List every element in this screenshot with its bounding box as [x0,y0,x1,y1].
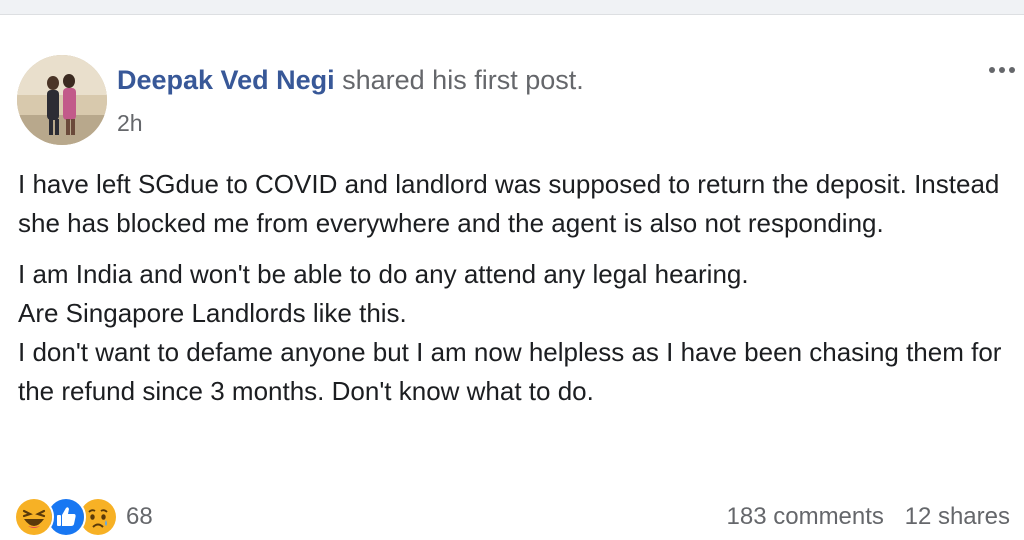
reaction-summary[interactable]: 68 [14,495,153,539]
post-body: I have left SGdue to COVID and landlord … [18,165,1018,423]
more-options-icon[interactable] [982,55,1022,85]
haha-icon [14,497,54,537]
post-action: shared his first post. [342,65,584,95]
post-line: Are Singapore Landlords like this. [18,298,407,328]
author-name[interactable]: Deepak Ved Negi [117,65,335,95]
post-line: I don't want to defame anyone but I am n… [18,337,1002,406]
post-line: I am India and won't be able to do any a… [18,259,749,289]
post-timestamp[interactable]: 2h [117,109,143,137]
reaction-count: 68 [126,503,153,530]
shares-link[interactable]: 12 shares [905,503,1010,530]
post-card: Deepak Ved Negi shared his first post. 2… [0,14,1024,537]
post-paragraph: I have left SGdue to COVID and landlord … [18,169,1000,238]
post-paragraph: I am India and won't be able to do any a… [18,255,1018,411]
engagement-stats: 183 comments 12 shares [727,503,1010,531]
post-header: Deepak Ved Negi shared his first post. [117,63,584,97]
comments-link[interactable]: 183 comments [727,503,884,530]
avatar[interactable] [17,55,107,145]
